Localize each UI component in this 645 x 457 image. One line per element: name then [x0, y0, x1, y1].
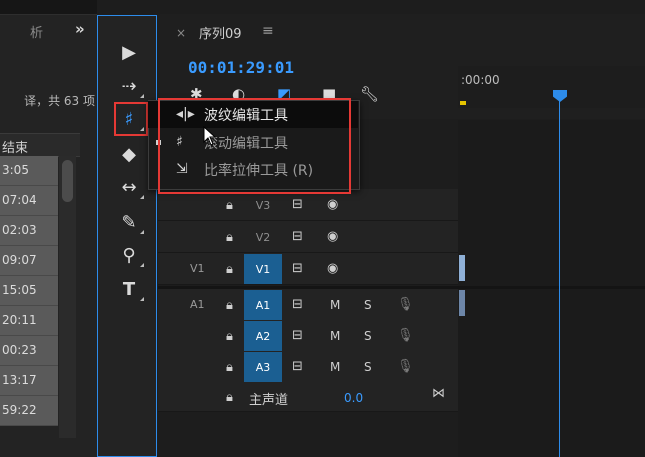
- timecode-display[interactable]: 00:01:29:01: [188, 58, 294, 77]
- source-patch-a1[interactable]: A1: [190, 298, 205, 311]
- project-tab-label[interactable]: 析: [30, 22, 43, 41]
- slip-tool-icon[interactable]: ↔: [117, 175, 144, 199]
- list-item[interactable]: 3:05: [0, 156, 58, 186]
- track-target-v3[interactable]: V3: [244, 190, 282, 220]
- submenu-indicator: [140, 230, 144, 234]
- lock-icon[interactable]: 🔒︎: [226, 262, 233, 277]
- submenu-indicator: [140, 297, 144, 301]
- list-item[interactable]: 20:11: [0, 306, 58, 336]
- razor-tool-icon[interactable]: ◆: [117, 142, 141, 166]
- track-header-master: [158, 382, 458, 412]
- sync-lock-icon[interactable]: ⊟: [292, 359, 303, 374]
- sync-lock-icon[interactable]: ⊟: [292, 328, 303, 343]
- list-item[interactable]: 07:04: [0, 186, 58, 216]
- lock-icon[interactable]: 🔒︎: [226, 390, 233, 405]
- sync-lock-icon[interactable]: ⊟: [292, 197, 303, 212]
- selection-tool-icon[interactable]: ▶: [117, 40, 141, 64]
- wrench-icon[interactable]: 🔧︎: [360, 85, 379, 103]
- track-select-tool-icon[interactable]: ⇢: [117, 74, 144, 98]
- master-volume-value[interactable]: 0.0: [344, 391, 363, 405]
- submenu-indicator: [140, 94, 144, 98]
- source-patch-v1[interactable]: V1: [190, 262, 205, 275]
- track-target-a3[interactable]: A3: [244, 352, 282, 382]
- mute-button[interactable]: M: [330, 360, 340, 374]
- lock-icon[interactable]: 🔒︎: [226, 198, 233, 213]
- eye-icon[interactable]: ◉: [327, 261, 338, 276]
- lock-icon[interactable]: 🔒︎: [226, 360, 233, 375]
- close-icon[interactable]: ×: [176, 26, 186, 40]
- solo-button[interactable]: S: [364, 360, 372, 374]
- list-item[interactable]: 13:17: [0, 366, 58, 396]
- divider: [0, 14, 97, 15]
- panel-top-bar: [0, 0, 97, 14]
- track-target-a1[interactable]: A1: [244, 290, 282, 320]
- scrollbar-thumb[interactable]: [62, 160, 73, 202]
- type-tool-icon[interactable]: T: [117, 277, 144, 301]
- list-item[interactable]: 02:03: [0, 216, 58, 246]
- item-count: 译，共 63 项: [24, 94, 95, 108]
- microphone-icon[interactable]: 🎙︎: [397, 359, 414, 374]
- submenu-indicator: [140, 195, 144, 199]
- solo-button[interactable]: S: [364, 329, 372, 343]
- column-header-label: 结束: [2, 141, 29, 156]
- eye-icon[interactable]: ◉: [327, 229, 338, 244]
- mute-button[interactable]: M: [330, 329, 340, 343]
- list-item[interactable]: 59:22: [0, 396, 58, 426]
- list-item[interactable]: 00:23: [0, 336, 58, 366]
- lock-icon[interactable]: 🔒︎: [226, 230, 233, 245]
- ruler-time-label: :00:00: [461, 73, 500, 87]
- track-target-v2[interactable]: V2: [244, 222, 282, 252]
- solo-button[interactable]: S: [364, 298, 372, 312]
- submenu-indicator: [140, 263, 144, 267]
- sync-lock-icon[interactable]: ⊟: [292, 229, 303, 244]
- highlight-box: [114, 102, 148, 136]
- menu-icon[interactable]: ≡: [262, 23, 274, 39]
- sync-lock-icon[interactable]: ⊟: [292, 297, 303, 312]
- track-target-v1[interactable]: V1: [244, 254, 282, 284]
- mute-button[interactable]: M: [330, 298, 340, 312]
- highlight-box: [158, 98, 351, 194]
- sequence-tab-title[interactable]: 序列09: [199, 23, 242, 42]
- eye-icon[interactable]: ◉: [327, 197, 338, 212]
- list-item[interactable]: 15:05: [0, 276, 58, 306]
- double-chevron-right-icon[interactable]: »: [75, 20, 85, 38]
- lock-icon[interactable]: 🔒︎: [226, 298, 233, 313]
- track-header-v2: [158, 221, 458, 253]
- zoom-tool-icon[interactable]: ⚲: [117, 243, 144, 267]
- track-target-a2[interactable]: A2: [244, 321, 282, 351]
- microphone-icon[interactable]: 🎙︎: [397, 328, 414, 343]
- playhead-line[interactable]: [559, 100, 560, 457]
- work-area-marker: [460, 101, 466, 105]
- sync-lock-icon[interactable]: ⊟: [292, 261, 303, 276]
- clip-edge-a1[interactable]: [459, 290, 465, 316]
- pen-tool-icon[interactable]: ✎: [117, 210, 144, 234]
- master-track-label: 主声道: [249, 393, 289, 408]
- clip-edge-v1[interactable]: [459, 255, 465, 281]
- bowtie-icon[interactable]: ⋈: [432, 386, 445, 401]
- microphone-icon[interactable]: 🎙︎: [397, 297, 414, 312]
- list-item[interactable]: 09:07: [0, 246, 58, 276]
- column-header-end[interactable]: 结束: [0, 133, 80, 157]
- mouse-cursor-icon: [203, 126, 217, 146]
- lock-icon[interactable]: 🔒︎: [226, 329, 233, 344]
- project-list: 3:05 07:04 02:03 09:07 15:05 20:11 00:23…: [0, 156, 58, 438]
